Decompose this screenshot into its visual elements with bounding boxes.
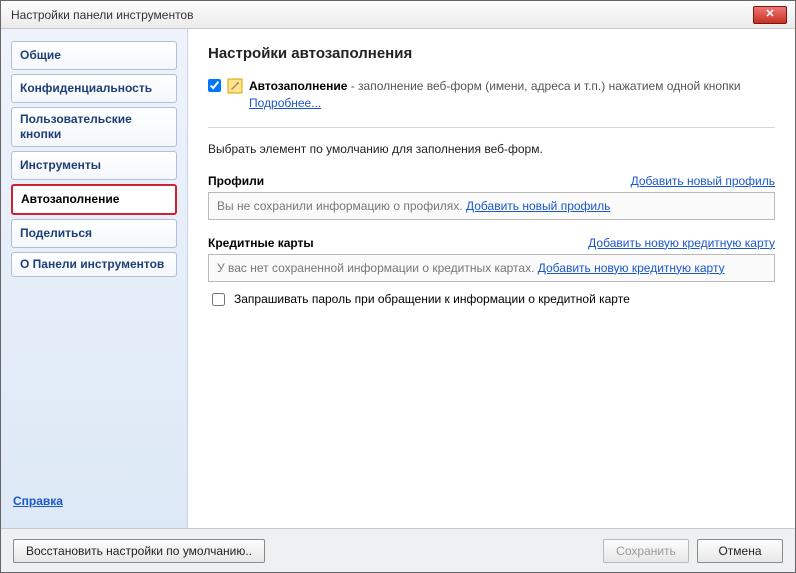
autofill-feature-row: Автозаполнение - заполнение веб-форм (им… [208,78,775,128]
instruction-text: Выбрать элемент по умолчанию для заполне… [208,142,775,156]
sidebar-item-tools[interactable]: Инструменты [11,151,177,180]
sidebar-item-label: Поделиться [20,226,92,240]
profiles-empty-link[interactable]: Добавить новый профиль [466,199,610,213]
sidebar-item-share[interactable]: Поделиться [11,219,177,248]
request-password-row: Запрашивать пароль при обращении к инфор… [208,290,775,309]
page-title: Настройки автозаполнения [208,45,775,62]
autofill-description: Автозаполнение - заполнение веб-форм (им… [249,78,775,113]
sidebar-item-label: Автозаполнение [21,192,119,206]
cards-header: Кредитные карты Добавить новую кредитную… [208,236,775,250]
settings-window: Настройки панели инструментов ✕ Общие Ко… [0,0,796,573]
add-profile-link[interactable]: Добавить новый профиль [631,174,775,188]
autofill-checkbox[interactable] [208,79,221,92]
request-password-checkbox[interactable] [212,293,225,306]
feature-desc: - заполнение веб-форм (имени, адреса и т… [347,79,740,93]
cards-empty-link[interactable]: Добавить новую кредитную карту [538,261,725,275]
window-title: Настройки панели инструментов [11,8,193,22]
sidebar-item-custom-buttons[interactable]: Пользовательские кнопки [11,107,177,147]
profiles-label: Профили [208,174,264,188]
titlebar: Настройки панели инструментов ✕ [1,1,795,29]
add-card-link[interactable]: Добавить новую кредитную карту [588,236,775,250]
profiles-empty-text: Вы не сохранили информацию о профилях. [217,199,466,213]
feature-name: Автозаполнение [249,79,347,93]
sidebar: Общие Конфиденциальность Пользовательски… [1,29,188,528]
help-link[interactable]: Справка [11,492,177,518]
profiles-box: Вы не сохранили информацию о профилях. Д… [208,192,775,220]
cancel-button[interactable]: Отмена [697,539,783,563]
close-icon: ✕ [765,9,774,20]
cards-empty-text: У вас нет сохраненной информации о креди… [217,261,538,275]
sidebar-item-label: Общие [20,48,61,62]
cards-label: Кредитные карты [208,236,314,250]
sidebar-item-label: Пользовательские кнопки [20,112,132,141]
sidebar-tabs: Общие Конфиденциальность Пользовательски… [11,41,177,277]
sidebar-item-label: О Панели инструментов [20,257,164,271]
sidebar-item-label: Инструменты [20,158,101,172]
request-password-label: Запрашивать пароль при обращении к инфор… [234,292,630,306]
save-button[interactable]: Сохранить [603,539,689,563]
sidebar-item-general[interactable]: Общие [11,41,177,70]
cards-box: У вас нет сохраненной информации о креди… [208,254,775,282]
profiles-header: Профили Добавить новый профиль [208,174,775,188]
content-pane: Настройки автозаполнения Автозаполнение … [188,29,795,528]
sidebar-item-label: Конфиденциальность [20,81,152,95]
sidebar-item-privacy[interactable]: Конфиденциальность [11,74,177,103]
more-link[interactable]: Подробнее... [249,96,321,110]
restore-defaults-button[interactable]: Восстановить настройки по умолчанию.. [13,539,265,563]
sidebar-item-about[interactable]: О Панели инструментов [11,252,177,277]
footer-bar: Восстановить настройки по умолчанию.. Со… [1,528,795,572]
pencil-icon [227,78,243,94]
window-body: Общие Конфиденциальность Пользовательски… [1,29,795,528]
sidebar-item-autofill[interactable]: Автозаполнение [11,184,177,215]
close-button[interactable]: ✕ [753,6,787,24]
